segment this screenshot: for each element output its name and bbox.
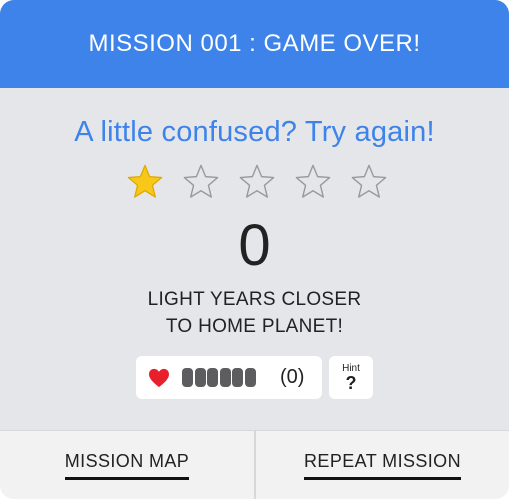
mission-map-button[interactable]: MISSION MAP [0, 431, 254, 499]
life-pip [232, 368, 243, 387]
star-filled-icon [127, 164, 163, 198]
dialog-title: MISSION 001 : GAME OVER! [88, 30, 421, 57]
heart-icon [149, 368, 169, 388]
lives-count: (0) [280, 366, 305, 388]
star-empty-icon [183, 164, 219, 198]
star-empty-icon [239, 164, 275, 198]
repeat-mission-label: REPEAT MISSION [304, 451, 461, 480]
score-caption: LIGHT YEARS CLOSER TO HOME PLANET! [0, 286, 509, 340]
star-rating [126, 163, 387, 203]
score-caption-line1: LIGHT YEARS CLOSER [147, 289, 362, 310]
question-mark-icon: ? [345, 373, 357, 393]
star-empty-icon [351, 164, 387, 198]
lives-panel: (0) [136, 356, 322, 399]
dialog-footer: MISSION MAP REPEAT MISSION [0, 430, 509, 499]
score-caption-line2: TO HOME PLANET! [165, 316, 344, 337]
mission-map-label: MISSION MAP [64, 451, 190, 480]
encouragement-message: A little confused? Try again! [74, 116, 435, 148]
star-empty-icon [295, 164, 331, 198]
life-pip [194, 368, 206, 387]
life-pip [219, 368, 231, 387]
hint-button[interactable]: Hint ? [329, 356, 373, 399]
score-value: 0 [238, 213, 271, 278]
repeat-mission-button[interactable]: REPEAT MISSION [256, 431, 509, 499]
life-pip [244, 368, 256, 387]
lives-meter [182, 368, 257, 388]
game-over-dialog: MISSION 001 : GAME OVER! A little confus… [0, 0, 509, 499]
life-pip [182, 368, 193, 387]
dialog-header: MISSION 001 : GAME OVER! [0, 0, 509, 88]
life-pip [207, 368, 218, 387]
